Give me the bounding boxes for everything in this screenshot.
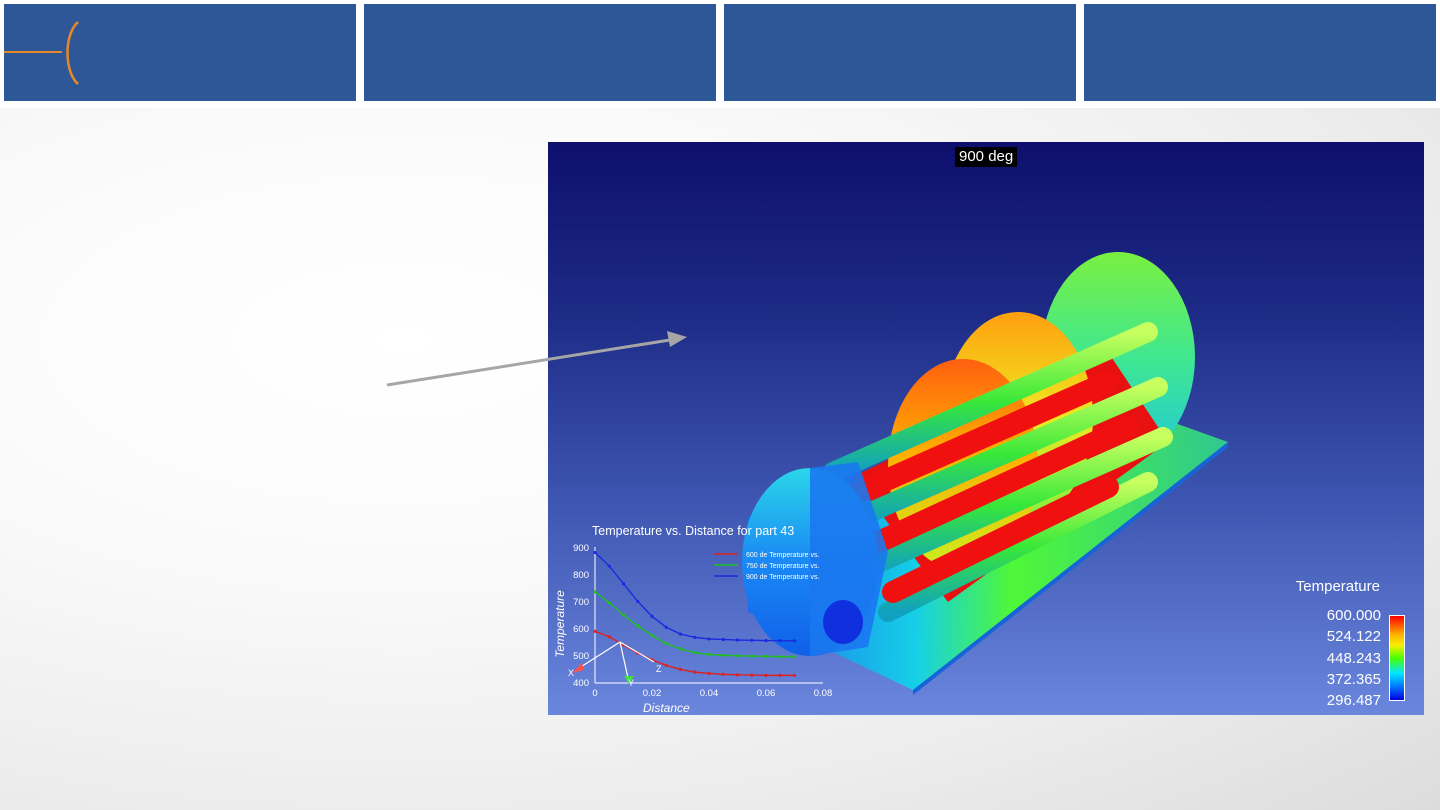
series-point	[750, 638, 754, 642]
series-point	[607, 601, 611, 605]
series-point	[721, 637, 725, 642]
x-tick-label: 0	[592, 688, 597, 699]
y-tick-label: 600	[573, 624, 589, 635]
header-segment-4	[1084, 4, 1436, 101]
series-point	[621, 613, 626, 617]
plot-legend-entry: 750 de Temperature vs.	[746, 563, 819, 570]
plot-xlabel: Distance	[643, 701, 690, 715]
triad-label-x: X	[568, 668, 574, 678]
series-point	[693, 670, 697, 674]
series-point	[636, 599, 640, 603]
x-tick-label: 0.06	[757, 688, 776, 699]
series-point	[621, 582, 626, 586]
series-point	[735, 638, 740, 642]
series-point	[721, 653, 725, 657]
series-point	[735, 654, 740, 658]
header-segment-3	[724, 4, 1076, 101]
y-tick-label: 900	[573, 543, 589, 554]
y-tick-label: 400	[573, 678, 589, 689]
series-point	[707, 671, 711, 676]
series-point	[650, 614, 654, 618]
series-point	[764, 673, 768, 677]
y-tick-label: 800	[573, 570, 589, 581]
header-bar	[0, 0, 1440, 108]
x-tick-label: 0.08	[814, 688, 833, 699]
series-point	[735, 673, 740, 677]
series-point	[750, 673, 754, 677]
series-point	[693, 650, 697, 655]
series-point	[678, 667, 683, 672]
brand-line-icon	[4, 51, 62, 53]
temperature-plot: Temperature vs. Distance for part 43 Dis…	[553, 524, 833, 715]
series-point	[778, 655, 782, 659]
triad-label-z: Z	[656, 664, 662, 674]
series-point	[778, 673, 782, 677]
series-point	[678, 632, 683, 636]
x-tick-label: 0.04	[700, 688, 719, 699]
series-point	[764, 638, 768, 643]
series-point	[664, 641, 668, 646]
header-segment-2	[364, 4, 716, 101]
triad-label-y: Y	[628, 678, 634, 688]
series-point	[707, 637, 711, 641]
series-point	[650, 633, 654, 637]
series-point	[764, 654, 768, 658]
series-point	[693, 635, 697, 639]
series-point	[607, 635, 611, 639]
series-point	[664, 625, 668, 629]
plot-ylabel: Temperature	[553, 590, 567, 658]
series-point	[792, 673, 797, 677]
series-point	[593, 550, 597, 555]
series-point	[607, 564, 611, 568]
series-point	[792, 639, 797, 643]
series-point	[707, 652, 711, 657]
y-tick-label: 700	[573, 597, 589, 608]
x-tick-label: 0.02	[643, 688, 662, 699]
series-point	[792, 655, 797, 659]
series-point	[678, 647, 683, 651]
y-tick-label: 500	[573, 651, 589, 662]
series-point	[593, 629, 597, 633]
plot-legend-entry: 900 de Temperature vs.	[746, 574, 819, 581]
series-point	[636, 624, 640, 628]
series-point	[721, 672, 725, 676]
series-point	[593, 590, 597, 594]
simulation-screenshot: 900 deg Temperature 600.000 524.122 448.…	[548, 142, 1424, 715]
series-point	[750, 654, 754, 658]
series-line-1	[594, 591, 795, 658]
series-point	[664, 663, 668, 667]
plot-title: Temperature vs. Distance for part 43	[592, 524, 794, 538]
brand-bracket-icon	[66, 21, 79, 85]
plot-legend-entry: 600 de Temperature vs.	[746, 552, 819, 559]
series-point	[778, 638, 782, 643]
